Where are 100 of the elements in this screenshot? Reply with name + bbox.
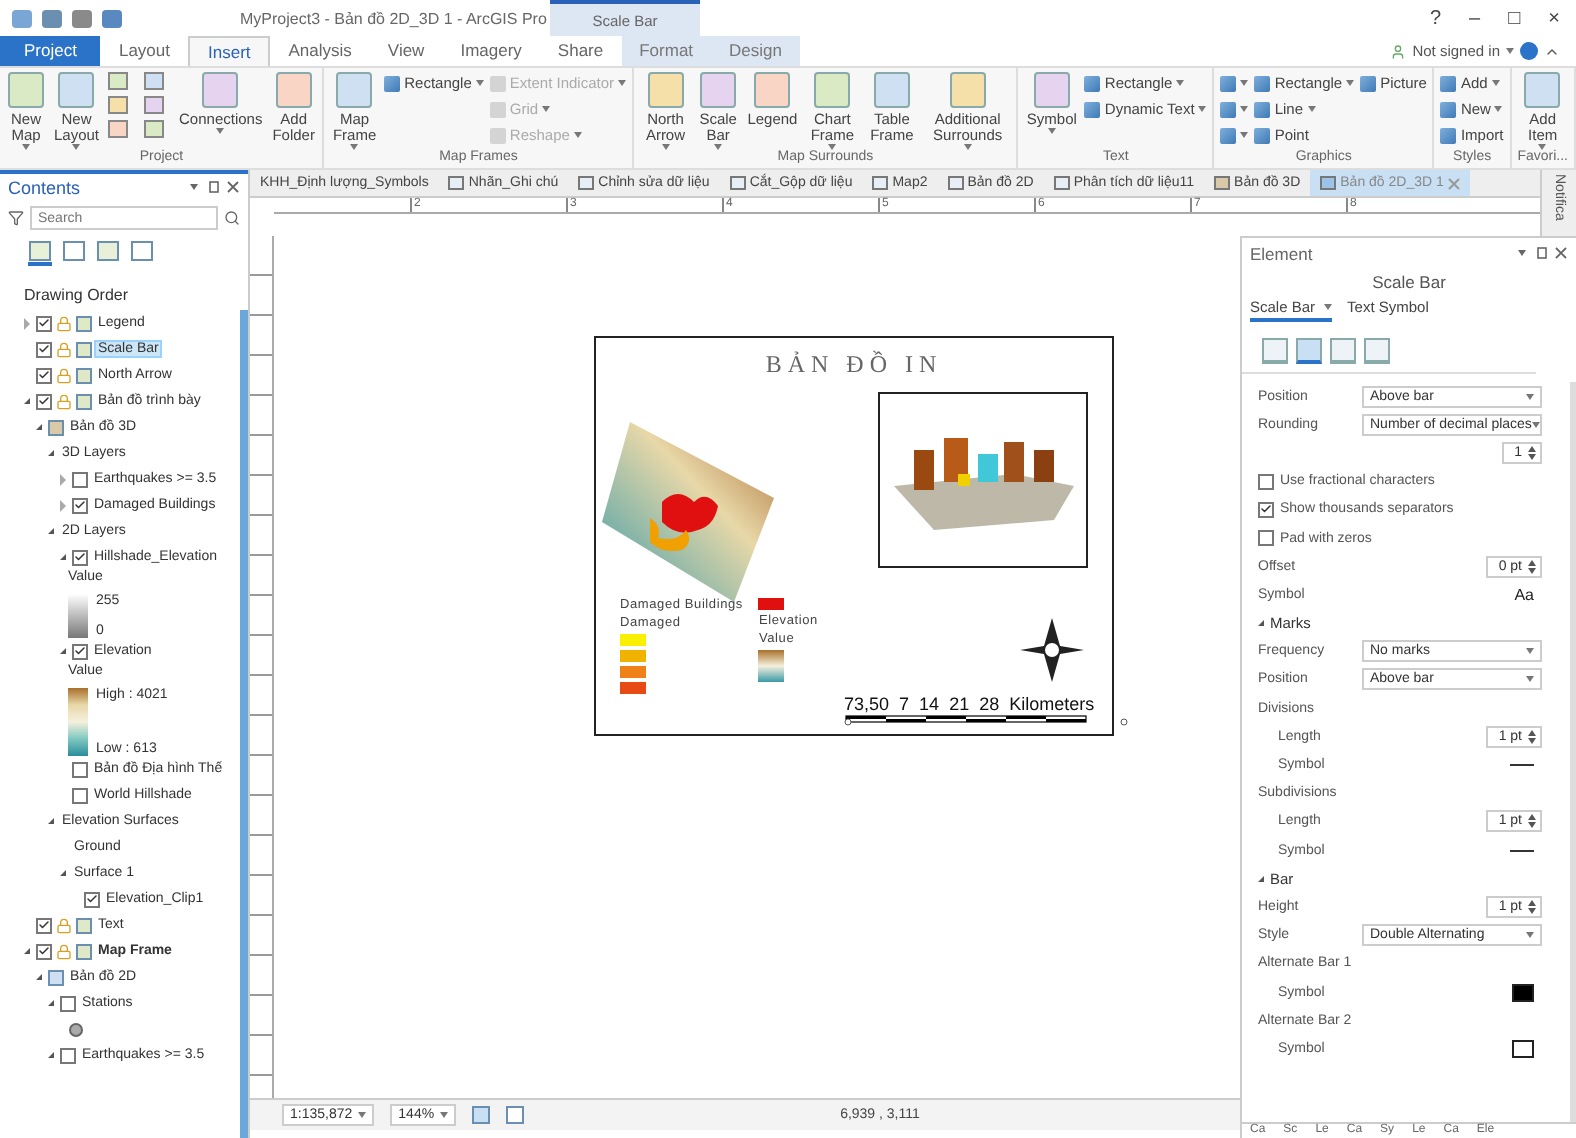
swatch-dropdown[interactable]: [1220, 72, 1249, 94]
ribbon-tab[interactable]: Layout: [100, 36, 188, 66]
tool-icon[interactable]: [107, 96, 128, 114]
ribbon-tab[interactable]: Imagery: [442, 36, 540, 66]
layer-checkbox[interactable]: [72, 761, 88, 777]
tool-icon[interactable]: [107, 72, 128, 90]
list-view-tab[interactable]: [28, 240, 52, 266]
expand-toggle[interactable]: [20, 317, 32, 329]
option-checkbox[interactable]: [1258, 501, 1274, 518]
layer-checkbox[interactable]: [36, 341, 52, 357]
window-control[interactable]: ×: [1548, 7, 1560, 29]
expand-toggle[interactable]: [44, 1049, 56, 1061]
scale-bar-label: 14: [919, 694, 940, 714]
map-icon: [729, 176, 746, 190]
pane-controls-icon[interactable]: [1516, 246, 1568, 260]
layer-checkbox[interactable]: [36, 393, 52, 409]
pane-title: Element: [1250, 243, 1313, 263]
list-view-tab[interactable]: [96, 240, 120, 266]
line-symbol-preview[interactable]: [1510, 849, 1534, 852]
ribbon-tab[interactable]: Design: [711, 36, 800, 66]
layer-checkbox[interactable]: [72, 471, 88, 487]
ribbon-tab[interactable]: Share: [539, 36, 622, 66]
point-symbol-icon: [68, 1021, 84, 1037]
expand-toggle[interactable]: [56, 551, 68, 563]
lock-icon: [56, 315, 72, 331]
color-ramp: [68, 594, 88, 638]
ribbon-tab[interactable]: Format: [621, 36, 712, 66]
expand-toggle[interactable]: [56, 867, 68, 879]
swatch-dropdown[interactable]: [1220, 124, 1249, 146]
option-checkbox[interactable]: [1258, 530, 1274, 547]
layout-icon: [1320, 176, 1337, 190]
expand-toggle[interactable]: [44, 997, 56, 1009]
lock-icon: [56, 943, 72, 959]
window-control[interactable]: ?: [1429, 7, 1442, 29]
expand-toggle[interactable]: [20, 945, 32, 957]
layer-checkbox[interactable]: [60, 1047, 76, 1063]
filter-icon[interactable]: [8, 210, 24, 226]
layer-checkbox[interactable]: [72, 643, 88, 659]
lock-icon: [56, 367, 72, 383]
window-title: MyProject3 - Bản đồ 2D_3D 1 - ArcGIS Pro: [240, 9, 549, 27]
tool-icon[interactable]: [143, 96, 164, 114]
map-icon: [578, 176, 595, 190]
map-icon: [872, 176, 889, 190]
color-ramp: [758, 650, 785, 682]
expand-toggle[interactable]: [32, 421, 44, 433]
map-icon: [1053, 176, 1070, 190]
search-icon[interactable]: [224, 210, 240, 226]
expand-toggle[interactable]: [44, 815, 56, 827]
expand-toggle[interactable]: [56, 645, 68, 657]
user-icon: [1390, 43, 1407, 59]
spinner-arrows-icon[interactable]: [1528, 559, 1536, 574]
ribbon-tab[interactable]: Project: [0, 36, 101, 66]
layer-checkbox[interactable]: [36, 917, 52, 933]
line-symbol-preview[interactable]: [1510, 764, 1534, 767]
layer-checkbox[interactable]: [72, 497, 88, 513]
tool-icon[interactable]: [143, 120, 164, 138]
color-ramp: [68, 688, 88, 756]
element-name: Scale Bar: [1370, 270, 1448, 296]
spinner-arrows-icon[interactable]: [1528, 899, 1536, 914]
scene-icon: [1214, 176, 1231, 190]
layer-checkbox[interactable]: [36, 367, 52, 383]
tool-icon[interactable]: [107, 120, 128, 138]
list-view-tab[interactable]: [62, 240, 86, 266]
expand-toggle[interactable]: [20, 395, 32, 407]
ribbon-tab[interactable]: Insert: [188, 36, 271, 66]
text-symbol-preview[interactable]: Aa: [1514, 585, 1534, 604]
list-view-tab[interactable]: [130, 240, 154, 266]
lock-icon: [56, 917, 72, 933]
fill-symbol-preview[interactable]: [1512, 1039, 1534, 1058]
layer-checkbox[interactable]: [72, 549, 88, 565]
pane-title: Contents: [8, 177, 81, 197]
lock-icon: [56, 341, 72, 357]
expand-toggle[interactable]: [56, 473, 68, 485]
window-control[interactable]: □: [1508, 7, 1521, 29]
layer-checkbox[interactable]: [60, 995, 76, 1011]
swatch-dropdown[interactable]: [1220, 98, 1249, 120]
layer-checkbox[interactable]: [36, 315, 52, 331]
scale-bar-label: 73,50: [844, 694, 890, 714]
spinner-arrows-icon[interactable]: [1528, 445, 1536, 460]
layer-checkbox[interactable]: [84, 891, 100, 907]
scale-bar-label: 21: [949, 694, 970, 714]
window-control[interactable]: –: [1469, 7, 1481, 29]
expand-toggle[interactable]: [44, 525, 56, 537]
layer-checkbox[interactable]: [72, 787, 88, 803]
avatar-icon: [1520, 42, 1538, 60]
scale-bar-units: Kilometers: [1009, 694, 1095, 714]
tool-icon[interactable]: [143, 72, 164, 90]
expand-toggle[interactable]: [32, 971, 44, 983]
map-icon: [947, 176, 964, 190]
spinner-arrows-icon[interactable]: [1528, 729, 1536, 744]
layer-checkbox[interactable]: [36, 943, 52, 959]
property-tab-icon[interactable]: [1296, 338, 1322, 364]
option-checkbox[interactable]: [1258, 473, 1274, 490]
ribbon-tab[interactable]: Analysis: [270, 36, 370, 66]
spinner-arrows-icon[interactable]: [1528, 814, 1536, 829]
pane-controls-icon[interactable]: [188, 180, 240, 194]
expand-toggle[interactable]: [44, 447, 56, 459]
ribbon-tab[interactable]: View: [369, 36, 443, 66]
fill-symbol-preview[interactable]: [1512, 983, 1534, 1002]
expand-toggle[interactable]: [56, 499, 68, 511]
